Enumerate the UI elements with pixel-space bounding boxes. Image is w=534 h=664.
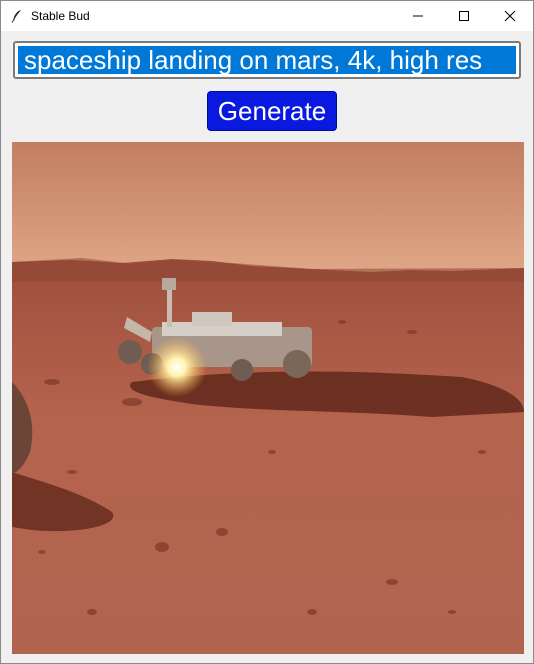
window-title: Stable Bud — [31, 9, 90, 23]
minimize-button[interactable] — [395, 1, 441, 31]
prompt-input[interactable]: spaceship landing on mars, 4k, high res — [18, 46, 516, 74]
prompt-field[interactable]: spaceship landing on mars, 4k, high res — [13, 41, 521, 79]
maximize-icon — [459, 11, 469, 21]
feather-icon — [9, 8, 25, 24]
maximize-button[interactable] — [441, 1, 487, 31]
app-window: Stable Bud spaceship landing on mars, 4k… — [0, 0, 534, 664]
close-button[interactable] — [487, 1, 533, 31]
generate-button[interactable]: Generate — [207, 91, 337, 131]
minimize-icon — [413, 15, 423, 17]
window-controls — [395, 1, 533, 31]
title-bar: Stable Bud — [1, 1, 533, 31]
close-icon — [504, 10, 516, 22]
generated-image — [12, 142, 524, 654]
mars-rover-image — [12, 142, 524, 654]
